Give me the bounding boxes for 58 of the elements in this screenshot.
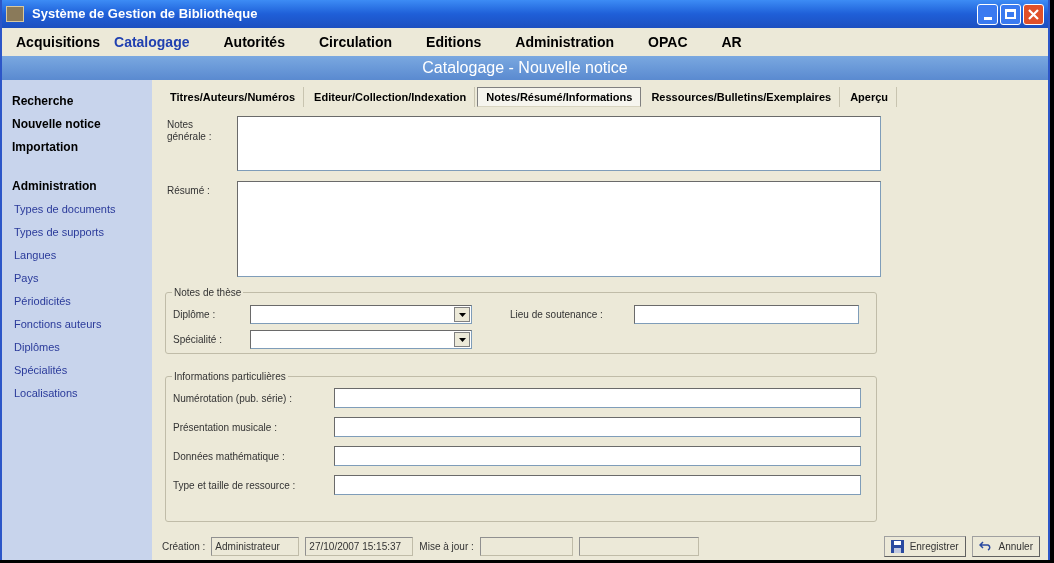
- field-label: Diplôme :: [173, 308, 217, 322]
- cancel-button[interactable]: Annuler: [971, 535, 1040, 557]
- sidebar-item[interactable]: Diplômes: [12, 339, 152, 362]
- menu-item[interactable]: Editions: [420, 31, 488, 53]
- sidebar-item[interactable]: Pays: [12, 270, 152, 293]
- window-title: Système de Gestion de Bibliothèque: [32, 5, 258, 24]
- minimize-icon[interactable]: [977, 3, 998, 25]
- undo-icon: [978, 541, 993, 551]
- sidebar-item[interactable]: Recherche: [12, 92, 152, 115]
- tab[interactable]: Editeur/Collection/Indexation: [306, 87, 476, 107]
- page-title: Catalogage - Nouvelle notice: [422, 58, 628, 78]
- menu-item[interactable]: Administration: [509, 31, 621, 53]
- panel-legend: Informations particulières: [172, 369, 288, 384]
- tab[interactable]: Titres/Auteurs/Numéros: [162, 87, 305, 107]
- maximize-icon[interactable]: [1000, 3, 1021, 25]
- sidebar-item[interactable]: Spécialités: [12, 362, 152, 385]
- field-label: Lieu de soutenance :: [510, 308, 604, 322]
- sidebar-item[interactable]: Fonctions auteurs: [12, 316, 152, 339]
- field-label: Type et taille de ressource :: [173, 478, 297, 493]
- summary-field[interactable]: [237, 181, 881, 277]
- sidebar-item[interactable]: Types de documents: [12, 201, 152, 224]
- sidebar-item[interactable]: Importation: [12, 138, 152, 161]
- text-field[interactable]: [334, 446, 861, 466]
- status-label: Mise à jour :: [419, 539, 474, 554]
- field-label: Présentation musicale :: [173, 420, 278, 435]
- sidebar-item[interactable]: Administration: [12, 177, 152, 201]
- menu-item[interactable]: Catalogage: [108, 31, 196, 53]
- sidebar-item[interactable]: Types de supports: [12, 224, 152, 247]
- app-icon: [6, 6, 24, 22]
- sidebar-item[interactable]: Localisations: [12, 385, 152, 408]
- menu-item[interactable]: Autorités: [217, 31, 291, 53]
- dropdown-field[interactable]: [250, 330, 472, 349]
- text-field[interactable]: [334, 475, 861, 495]
- field-label: Résumé :: [167, 184, 211, 198]
- status-field: Administrateur: [211, 536, 300, 556]
- tab[interactable]: Aperçu: [842, 87, 898, 107]
- menu-item[interactable]: Circulation: [312, 31, 399, 53]
- menu-item[interactable]: Acquisitions: [10, 31, 106, 53]
- text-field[interactable]: [334, 388, 861, 408]
- tab[interactable]: Ressources/Bulletins/Exemplaires: [643, 87, 841, 107]
- status-field: 27/10/2007 15:15:37: [305, 536, 414, 556]
- menu-item[interactable]: OPAC: [642, 31, 694, 53]
- sidebar-item[interactable]: Périodicités: [12, 293, 152, 316]
- field-label: Numérotation (pub. série) :: [173, 391, 293, 406]
- sidebar-item[interactable]: Nouvelle notice: [12, 115, 152, 138]
- status-label: Création :: [162, 539, 206, 554]
- save-button[interactable]: Enregistrer: [883, 535, 966, 557]
- dropdown-field[interactable]: [250, 305, 472, 324]
- field-label: Notes générale :: [167, 118, 213, 144]
- tab[interactable]: Notes/Résumé/Informations: [477, 87, 642, 107]
- field-label: Données mathématique :: [173, 449, 286, 464]
- sidebar-item[interactable]: Langues: [12, 247, 152, 270]
- notes-field[interactable]: [237, 116, 881, 171]
- close-icon[interactable]: [1023, 3, 1044, 25]
- menu-item[interactable]: AR: [715, 31, 748, 53]
- text-field[interactable]: [334, 417, 861, 437]
- field-label: Spécialité :: [173, 333, 223, 347]
- text-field[interactable]: [634, 305, 859, 324]
